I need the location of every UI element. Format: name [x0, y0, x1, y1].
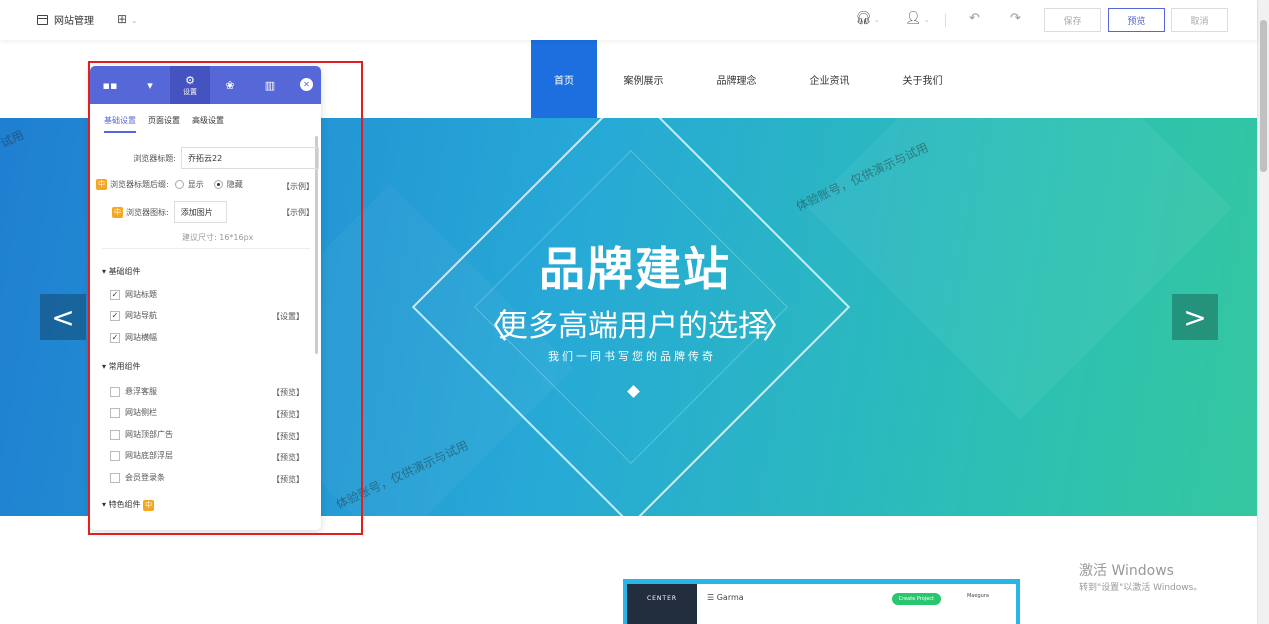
- headset-icon[interactable]: 🎧︎ ⌄: [855, 11, 880, 26]
- redo-icon[interactable]: ↷: [1010, 11, 1021, 26]
- size-hint: 建议尺寸: 16*16px: [182, 233, 254, 242]
- user-icon[interactable]: 👤︎ ⌄: [905, 11, 930, 26]
- pro-badge: 中: [96, 179, 107, 190]
- nav-item-news[interactable]: 企业资讯: [783, 40, 876, 118]
- checkbox-checked[interactable]: ✓: [110, 310, 120, 321]
- chart-icon: ▥: [264, 78, 276, 92]
- browser-title-label: 浏览器标题:: [133, 153, 176, 163]
- banner-tagline: 我们一同书写您的品牌传奇: [548, 350, 716, 363]
- case-preview-card[interactable]: CENTER ☰ Garma Create Project Maegura: [623, 579, 1020, 624]
- checkbox[interactable]: [110, 472, 120, 483]
- list-item: 网站底部浮层: [125, 451, 173, 460]
- nav-item-home[interactable]: 首页: [531, 40, 597, 118]
- checkbox[interactable]: [110, 429, 120, 440]
- paw-icon: ❀: [225, 78, 235, 92]
- preview-link[interactable]: 【预览】: [272, 409, 304, 420]
- list-item: 网站顶部广告: [125, 430, 173, 439]
- panel-tabbar: ▪▪ ▾ ⚙ 设置 ❀ ▥ ✕: [90, 66, 321, 104]
- pro-badge: 中: [112, 206, 123, 218]
- top-toolbar: 网站管理 ⊞ ⌄ 🎧︎ ⌄ 👤︎ ⌄ ↶ ↷ 保存 预览 取消: [0, 0, 1257, 40]
- special-components-header[interactable]: ▾ 特色组件 中: [102, 499, 157, 511]
- preview-link[interactable]: 【预览】: [272, 431, 304, 442]
- settings-panel: ▪▪ ▾ ⚙ 设置 ❀ ▥ ✕ 基础设置 页面设置 高级设置 浏览器标题: 乔拓云…: [90, 66, 321, 530]
- tab-settings[interactable]: ⚙ 设置: [170, 66, 210, 104]
- nav-item-cases[interactable]: 案例展示: [597, 40, 690, 118]
- next-slide-button[interactable]: >: [1172, 294, 1218, 340]
- undo-icon[interactable]: ↶: [969, 11, 980, 26]
- add-image-button[interactable]: 添加图片: [173, 201, 227, 223]
- list-item: 悬浮客服: [125, 387, 157, 396]
- site-navigation: 首页 案例展示 品牌理念 企业资讯 关于我们: [531, 40, 969, 118]
- checkbox[interactable]: [110, 386, 120, 397]
- show-radio[interactable]: [174, 180, 184, 189]
- watermark: 试用: [0, 127, 27, 151]
- list-item: 网站横幅: [125, 333, 157, 342]
- gear-icon: ⚙: [185, 73, 195, 87]
- apps-grid-icon[interactable]: ⊞ ⌄: [117, 12, 138, 26]
- checkbox[interactable]: [110, 407, 120, 418]
- checkbox-checked[interactable]: ✓: [110, 289, 120, 300]
- preview-sidebar: CENTER: [627, 584, 697, 624]
- preview-user: Maegura: [966, 593, 989, 599]
- list-item: 网站侧栏: [125, 408, 157, 417]
- preview-link[interactable]: 【预览】: [272, 387, 304, 398]
- list-item: 会员登录条: [125, 473, 165, 482]
- preview-brand: ☰ Garma: [707, 593, 744, 602]
- tab-theme[interactable]: ▾: [130, 66, 170, 104]
- preview-button[interactable]: 预览: [1108, 8, 1165, 32]
- create-project-button: Create Project: [891, 593, 941, 605]
- title-suffix-label: 浏览器标题后缀:: [110, 180, 169, 189]
- tab-paw[interactable]: ❀: [210, 66, 250, 104]
- close-icon[interactable]: ✕: [300, 78, 313, 91]
- site-manage-label: 网站管理: [54, 16, 94, 27]
- page-scrollbar[interactable]: [1257, 0, 1269, 624]
- example-link[interactable]: 【示例】: [282, 207, 314, 218]
- common-components-header[interactable]: ▾ 常用组件: [102, 361, 141, 372]
- basic-components-header[interactable]: ▾ 基础组件: [102, 266, 141, 277]
- shirt-icon: ▾: [147, 78, 153, 92]
- preview-link[interactable]: 【预览】: [272, 452, 304, 463]
- site-manage-button[interactable]: 网站管理: [37, 12, 94, 27]
- banner-title: 品牌建站: [539, 242, 731, 296]
- nav-item-brand[interactable]: 品牌理念: [690, 40, 783, 118]
- hide-radio[interactable]: [213, 180, 223, 189]
- save-button[interactable]: 保存: [1044, 8, 1101, 32]
- checkbox[interactable]: [110, 450, 120, 461]
- nav-item-about[interactable]: 关于我们: [876, 40, 969, 118]
- checkbox-checked[interactable]: ✓: [110, 332, 120, 343]
- list-item: 网站导航: [125, 311, 157, 320]
- subtab-basic[interactable]: 基础设置: [104, 115, 136, 133]
- windows-activation-notice: 激活 Windows 转到"设置"以激活 Windows。: [1079, 563, 1203, 593]
- browser-icon-label: 浏览器图标:: [126, 207, 169, 217]
- subtab-page[interactable]: 页面设置: [148, 115, 180, 133]
- set-link[interactable]: 【设置】: [272, 311, 304, 322]
- tab-stats[interactable]: ▥: [250, 66, 290, 104]
- browser-title-input[interactable]: 乔拓云22: [181, 147, 319, 169]
- banner-subtitle: 〈更多高端用户的选择〉: [474, 307, 796, 347]
- preview-link[interactable]: 【预览】: [272, 474, 304, 485]
- toolbar-divider: [945, 14, 946, 27]
- grid-icon: ▪▪: [102, 78, 118, 92]
- settings-subtabs: 基础设置 页面设置 高级设置: [104, 115, 224, 133]
- tab-components[interactable]: ▪▪: [90, 66, 130, 104]
- list-item: 网站标题: [125, 290, 157, 299]
- cancel-button[interactable]: 取消: [1171, 8, 1228, 32]
- subtab-advanced[interactable]: 高级设置: [192, 115, 224, 133]
- prev-slide-button[interactable]: <: [40, 294, 86, 340]
- site-icon: [37, 14, 48, 25]
- example-link[interactable]: 【示例】: [282, 181, 314, 192]
